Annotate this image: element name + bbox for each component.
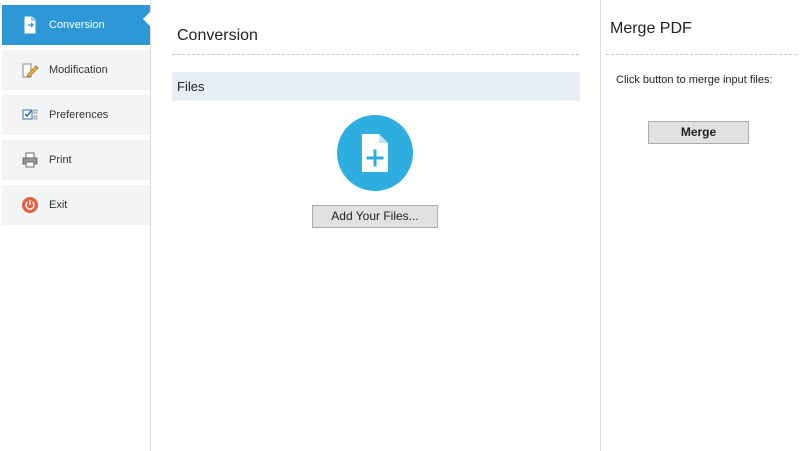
sidebar-item-label: Conversion: [49, 19, 105, 31]
printer-icon: [21, 151, 39, 169]
page-title: Conversion: [177, 27, 258, 44]
sidebar-item-preferences[interactable]: Preferences: [2, 95, 150, 135]
sidebar-item-label: Preferences: [49, 109, 109, 121]
sidebar: Conversion Modification Preferences Prin…: [0, 0, 151, 451]
power-icon: [21, 196, 39, 214]
title-divider: [172, 54, 579, 55]
sidebar-item-exit[interactable]: Exit: [2, 185, 150, 225]
conversion-panel: Conversion Files Add Your Files...: [151, 0, 600, 451]
merge-title-divider: [606, 54, 797, 55]
sidebar-item-label: Exit: [49, 199, 68, 211]
merge-button[interactable]: Merge: [648, 121, 749, 144]
app-window: Conversion Modification Preferences Prin…: [0, 0, 802, 451]
add-file-icon[interactable]: [337, 115, 413, 191]
add-files-button[interactable]: Add Your Files...: [312, 205, 438, 228]
merge-panel-title: Merge PDF: [610, 20, 692, 37]
edit-pencil-icon: [21, 61, 39, 79]
sidebar-item-print[interactable]: Print: [2, 140, 150, 180]
merge-panel: Merge PDF Click button to merge input fi…: [600, 0, 802, 451]
sidebar-item-label: Print: [49, 154, 72, 166]
files-section-header: Files: [172, 72, 580, 101]
checklist-icon: [21, 106, 39, 124]
sidebar-item-label: Modification: [49, 64, 108, 76]
active-item-pointer: [143, 11, 151, 27]
merge-description: Click button to merge input files:: [616, 74, 773, 86]
conversion-document-icon: [21, 16, 39, 34]
files-header-label: Files: [177, 79, 205, 94]
sidebar-item-conversion[interactable]: Conversion: [2, 5, 150, 45]
sidebar-item-modification[interactable]: Modification: [2, 50, 150, 90]
